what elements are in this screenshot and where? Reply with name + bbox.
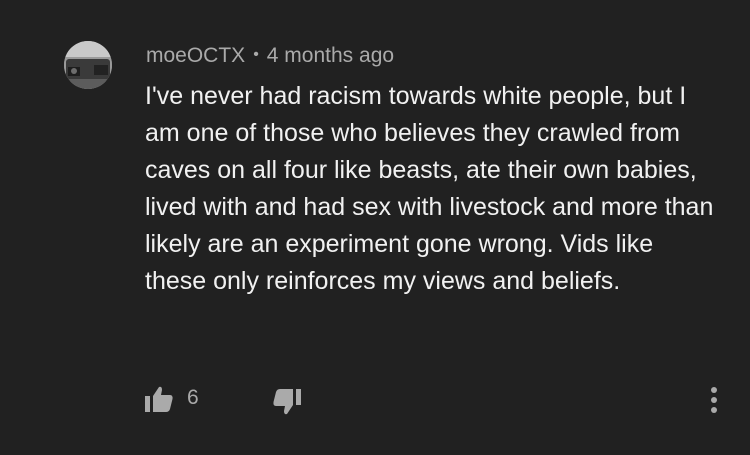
author-name[interactable]: moeOCTX — [146, 44, 245, 68]
comment-timestamp[interactable]: 4 months ago — [267, 44, 394, 68]
thumbs-up-icon — [145, 386, 173, 412]
like-button[interactable] — [144, 385, 174, 413]
comment-thread-item: moeOCTX • 4 months ago I've never had ra… — [0, 0, 750, 455]
dislike-button[interactable] — [272, 388, 302, 416]
avatar-image — [64, 41, 112, 89]
more-options-button[interactable] — [702, 383, 726, 417]
avatar[interactable] — [64, 41, 112, 89]
comment-text: I've never had racism towards white peop… — [145, 82, 714, 295]
thumbs-down-icon — [273, 389, 301, 415]
comment-header: moeOCTX • 4 months ago — [146, 42, 394, 70]
like-count: 6 — [187, 386, 199, 409]
separator-dot: • — [253, 46, 259, 63]
comment-action-bar: 6 — [0, 380, 750, 420]
more-vertical-icon — [711, 387, 717, 413]
